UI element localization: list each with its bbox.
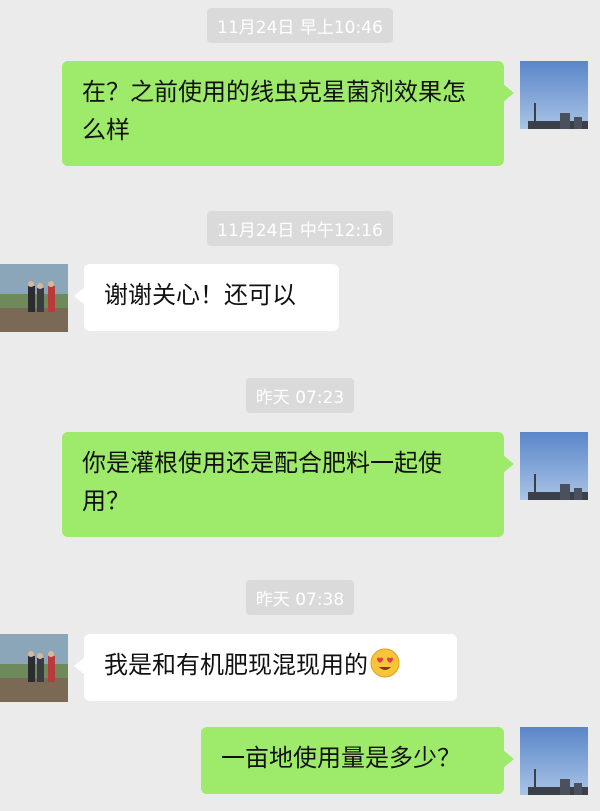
timestamp-label: 11月24日 早上10:46 [207,8,393,43]
timestamp: 11月24日 早上10:46 [0,8,600,43]
timestamp: 11月24日 中午12:16 [0,211,600,246]
my-avatar[interactable] [520,432,588,500]
my-avatar[interactable] [520,61,588,129]
my-avatar[interactable] [520,727,588,795]
sky-photo-icon [520,432,588,500]
timestamp: 昨天 07:23 [0,378,600,413]
sky-photo-icon [520,727,588,795]
message-text: 谢谢关心！还可以 [104,281,296,309]
group-photo-icon [0,264,68,332]
heart-eyes-emoji-icon [370,648,400,678]
message-text: 你是灌根使用还是配合肥料一起使用？ [82,449,442,515]
message-text: 一亩地使用量是多少？ [221,744,461,772]
received-message-bubble[interactable]: 谢谢关心！还可以 [84,264,339,331]
timestamp-label: 昨天 07:38 [245,580,355,615]
timestamp-label: 11月24日 中午12:16 [207,211,393,246]
message-text: 我是和有机肥现混现用的 [104,651,368,679]
group-photo-icon [0,634,68,702]
bubble-tail [503,84,514,102]
sky-photo-icon [520,61,588,129]
bubble-tail [503,750,514,768]
bubble-tail [503,455,514,473]
contact-avatar[interactable] [0,634,68,702]
timestamp-label: 昨天 07:23 [245,378,355,413]
sent-message-bubble[interactable]: 你是灌根使用还是配合肥料一起使用？ [62,432,504,537]
message-text: 在？之前使用的线虫克星菌剂效果怎么样 [82,78,466,144]
timestamp: 昨天 07:38 [0,580,600,615]
contact-avatar[interactable] [0,264,68,332]
received-message-bubble[interactable]: 我是和有机肥现混现用的 [84,634,457,701]
sent-message-bubble[interactable]: 一亩地使用量是多少？ [201,727,504,794]
sent-message-bubble[interactable]: 在？之前使用的线虫克星菌剂效果怎么样 [62,61,504,166]
